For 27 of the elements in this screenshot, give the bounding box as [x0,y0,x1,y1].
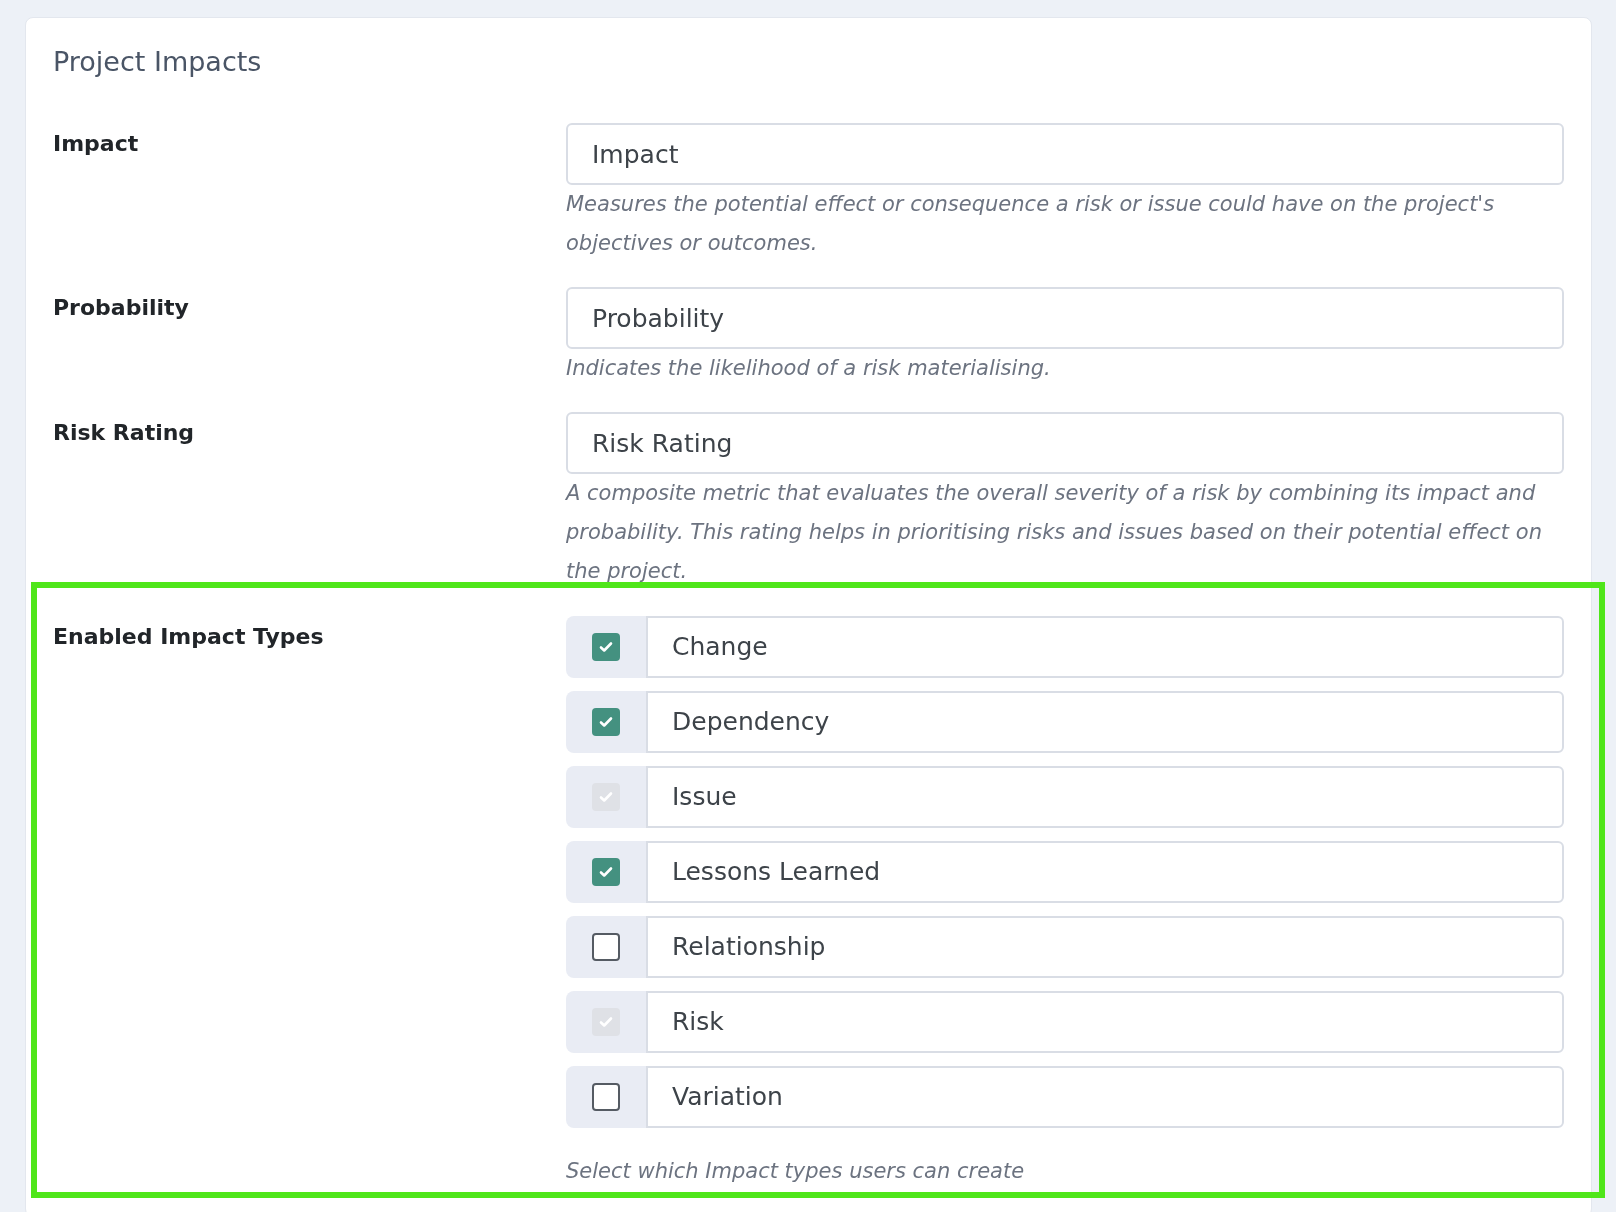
check-icon [598,789,614,805]
option-label[interactable]: Variation [646,1066,1564,1128]
checkbox[interactable] [592,633,620,661]
option-label[interactable]: Lessons Learned [646,841,1564,903]
field-label: Enabled Impact Types [53,624,324,649]
card-title: Project Impacts [53,45,262,79]
help-text: A composite metric that evaluates the overall severity of a risk by combining its impact and probability. This rating helps in prioritising risks and issues based on their potential effect on the project. [566,480,1543,585]
option-label[interactable]: Relationship [646,916,1564,978]
checkbox[interactable] [592,1083,620,1111]
check-icon [598,639,614,655]
field-label: Risk Rating [53,420,195,445]
option-label[interactable]: Dependency [646,691,1564,753]
checkbox[interactable] [592,858,620,886]
text-field[interactable]: Probability [566,287,1564,349]
text-field[interactable]: Risk Rating [566,412,1564,474]
text-field[interactable]: Impact [566,123,1564,185]
checkbox[interactable] [592,933,620,961]
help-text: Select which Impact types users can create [566,1158,1026,1185]
help-text: Indicates the likelihood of a risk materialising. [566,355,1052,382]
field-label: Probability [53,295,189,320]
check-icon [598,864,614,880]
option-label[interactable]: Change [646,616,1564,678]
help-text: Measures the potential effect or consequence a risk or issue could have on the project's objectives or outcomes. [566,191,1496,257]
checkbox[interactable] [592,708,620,736]
check-icon [598,714,614,730]
field-label: Impact [53,131,139,156]
check-icon [598,1014,614,1030]
